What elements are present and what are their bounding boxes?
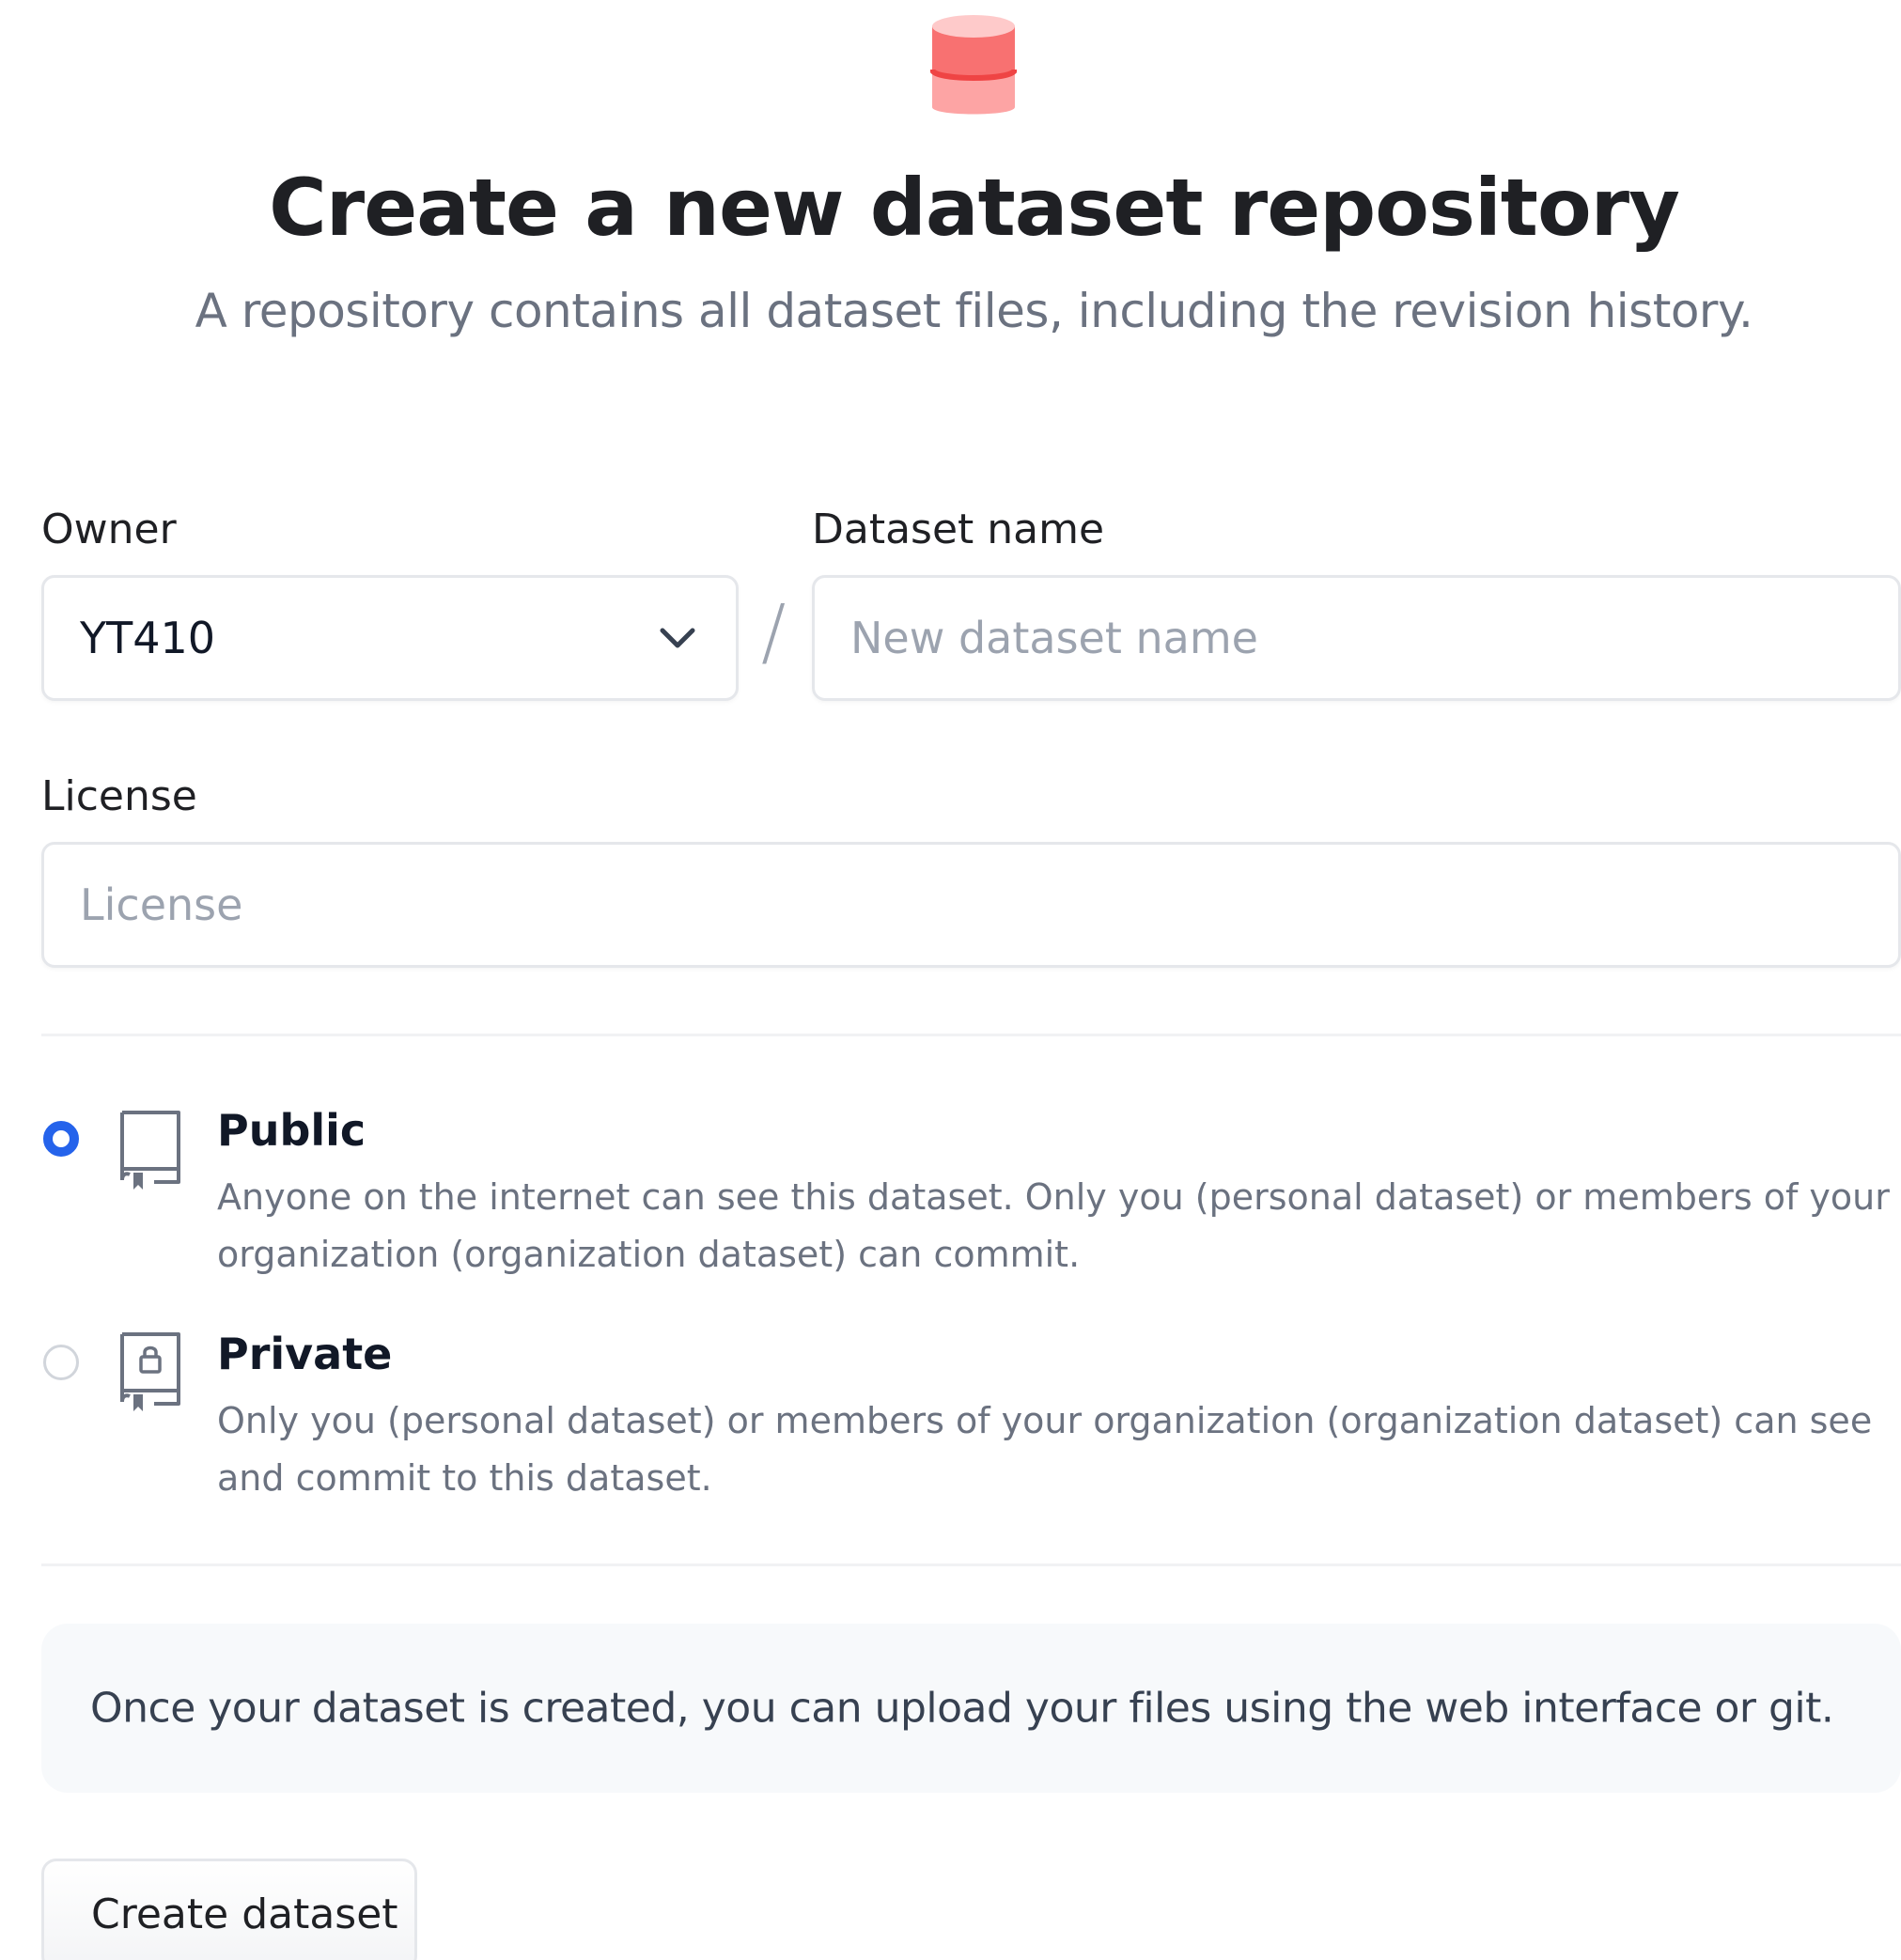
dataset-cylinder-icon [930, 15, 1017, 115]
owner-select-value: YT410 [80, 613, 215, 663]
license-label: License [41, 772, 197, 820]
visibility-private-radio[interactable] [43, 1345, 79, 1380]
page-title: Create a new dataset repository [269, 162, 1680, 254]
divider [41, 1563, 1901, 1566]
dataset-name-input[interactable] [850, 578, 1878, 698]
visibility-public-radio[interactable] [43, 1121, 79, 1157]
visibility-public-title: Public [217, 1105, 366, 1156]
page-subtitle: A repository contains all dataset files,… [195, 284, 1753, 338]
owner-label: Owner [41, 506, 177, 553]
repo-book-icon [120, 1111, 180, 1190]
divider [41, 1034, 1901, 1036]
info-note: Once your dataset is created, you can up… [41, 1624, 1901, 1793]
license-field [41, 842, 1901, 968]
owner-select[interactable]: YT410 [41, 575, 739, 701]
owner-name-separator: / [761, 590, 787, 675]
create-dataset-button[interactable]: Create dataset [41, 1859, 417, 1960]
create-dataset-page: Create a new dataset repository A reposi… [0, 0, 1901, 1960]
visibility-private-title: Private [217, 1329, 393, 1379]
license-input[interactable] [80, 845, 1878, 965]
repo-lock-icon [120, 1332, 180, 1411]
dataset-name-label: Dataset name [812, 506, 1105, 553]
visibility-private-description: Only you (personal dataset) or members o… [217, 1400, 1873, 1499]
info-note-text: Once your dataset is created, you can up… [90, 1684, 1834, 1733]
visibility-public-description: Anyone on the internet can see this data… [217, 1176, 1890, 1275]
dataset-name-field [812, 575, 1901, 701]
chevron-down-icon [660, 628, 695, 648]
